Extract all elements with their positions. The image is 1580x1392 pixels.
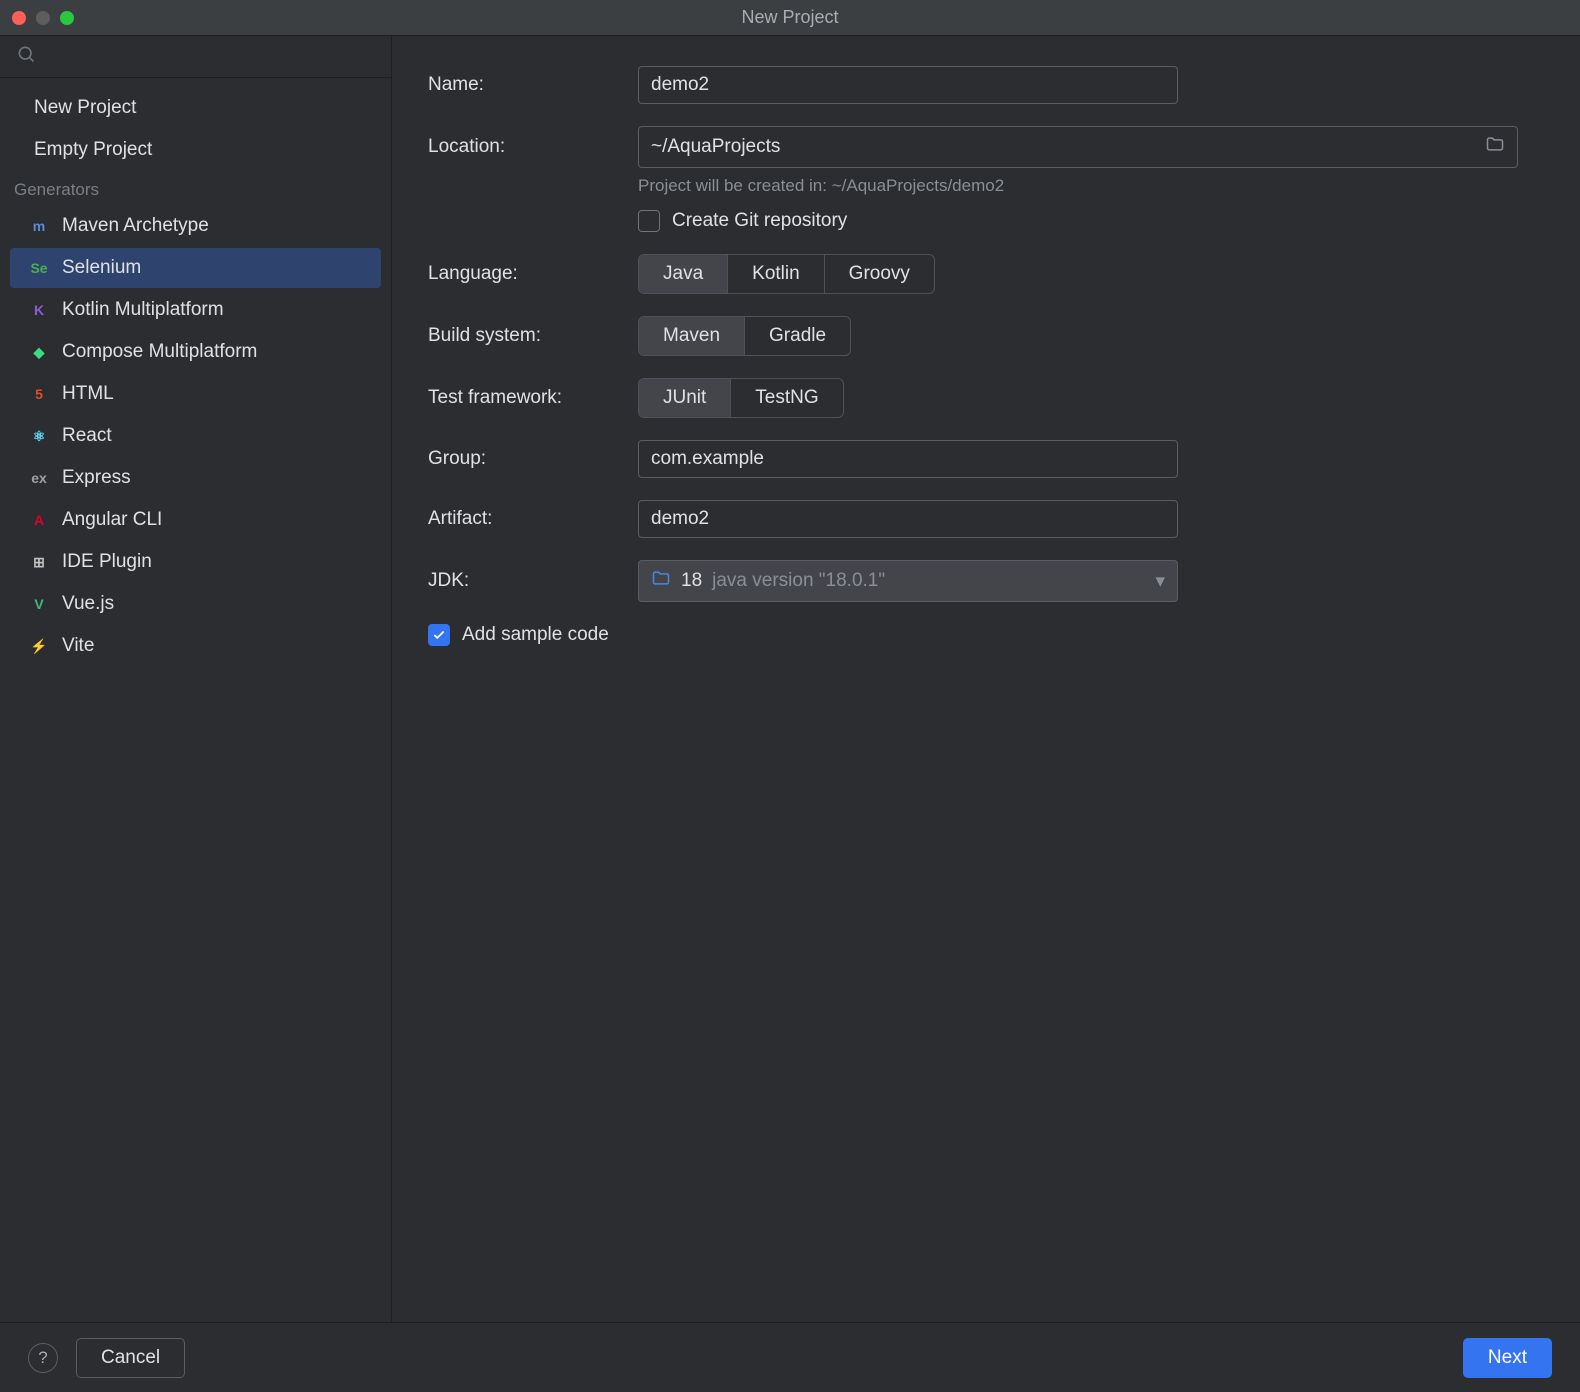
sidebar-generator-label: Express xyxy=(62,467,131,489)
sidebar-item-label: Empty Project xyxy=(34,139,152,161)
maximize-window-button[interactable] xyxy=(60,11,74,25)
git-checkbox[interactable] xyxy=(638,210,660,232)
sidebar-generator-label: IDE Plugin xyxy=(62,551,152,573)
artifact-field[interactable] xyxy=(638,500,1178,538)
express-icon: ex xyxy=(28,467,50,489)
kotlin-icon: K xyxy=(28,299,50,321)
close-window-button[interactable] xyxy=(12,11,26,25)
name-field[interactable] xyxy=(638,66,1178,104)
compose-icon: ◆ xyxy=(28,341,50,363)
project-type-list: New Project Empty Project Generators m Ma… xyxy=(0,78,391,676)
ide-plugin-icon: ⊞ xyxy=(28,551,50,573)
build-system-label: Build system: xyxy=(428,325,638,347)
sidebar-generator-label: Selenium xyxy=(62,257,141,279)
vite-icon: ⚡ xyxy=(28,635,50,657)
test-framework-option-junit[interactable]: JUnit xyxy=(639,379,731,417)
html-icon: 5 xyxy=(28,383,50,405)
main-form: Name: Location: ~/AquaProjects Project w… xyxy=(392,36,1580,1322)
location-field[interactable]: ~/AquaProjects xyxy=(638,126,1518,168)
cancel-button[interactable]: Cancel xyxy=(76,1338,185,1378)
test-framework-option-testng[interactable]: TestNG xyxy=(731,379,842,417)
location-hint: Project will be created in: ~/AquaProjec… xyxy=(638,176,1544,196)
jdk-value: 18 xyxy=(681,570,702,592)
window-title: New Project xyxy=(0,7,1580,28)
language-option-kotlin[interactable]: Kotlin xyxy=(728,255,825,293)
jdk-folder-icon xyxy=(651,568,671,594)
sidebar-generator-ide-plugin[interactable]: ⊞ IDE Plugin xyxy=(10,542,381,582)
search-row xyxy=(0,36,391,78)
help-button[interactable]: ? xyxy=(28,1343,58,1373)
language-segment-group: JavaKotlinGroovy xyxy=(638,254,935,294)
minimize-window-button[interactable] xyxy=(36,11,50,25)
sidebar-generator-label: Maven Archetype xyxy=(62,215,209,237)
sidebar-generator-label: Kotlin Multiplatform xyxy=(62,299,224,321)
build-system-segment-group: MavenGradle xyxy=(638,316,851,356)
sidebar-generator-react[interactable]: ⚛ React xyxy=(10,416,381,456)
selenium-icon: Se xyxy=(28,257,50,279)
git-checkbox-label: Create Git repository xyxy=(672,210,847,232)
sidebar-generator-vue-js[interactable]: V Vue.js xyxy=(10,584,381,624)
sidebar-generator-label: HTML xyxy=(62,383,114,405)
sidebar-generator-angular-cli[interactable]: A Angular CLI xyxy=(10,500,381,540)
test-framework-segment-group: JUnitTestNG xyxy=(638,378,844,418)
angular-icon: A xyxy=(28,509,50,531)
artifact-label: Artifact: xyxy=(428,508,638,530)
chevron-down-icon: ▾ xyxy=(1155,570,1165,593)
sidebar-item-label: New Project xyxy=(34,97,136,119)
sidebar: New Project Empty Project Generators m Ma… xyxy=(0,36,392,1322)
vue-icon: V xyxy=(28,593,50,615)
react-icon: ⚛ xyxy=(28,425,50,447)
sidebar-generator-compose-multiplatform[interactable]: ◆ Compose Multiplatform xyxy=(10,332,381,372)
jdk-version-text: java version "18.0.1" xyxy=(712,570,885,592)
sidebar-generator-label: Vue.js xyxy=(62,593,114,615)
search-icon[interactable] xyxy=(16,49,36,68)
next-button[interactable]: Next xyxy=(1463,1338,1552,1378)
group-field[interactable] xyxy=(638,440,1178,478)
name-label: Name: xyxy=(428,74,638,96)
footer: ? Cancel Next xyxy=(0,1322,1580,1392)
language-label: Language: xyxy=(428,263,638,285)
sidebar-generator-label: React xyxy=(62,425,112,447)
sidebar-generator-html[interactable]: 5 HTML xyxy=(10,374,381,414)
sidebar-generator-label: Angular CLI xyxy=(62,509,162,531)
group-label: Group: xyxy=(428,448,638,470)
maven-icon: m xyxy=(28,215,50,237)
titlebar: New Project xyxy=(0,0,1580,36)
jdk-dropdown[interactable]: 18 java version "18.0.1" ▾ xyxy=(638,560,1178,602)
sidebar-item-empty-project[interactable]: Empty Project xyxy=(10,130,381,170)
sample-code-checkbox-label: Add sample code xyxy=(462,624,609,646)
sidebar-generator-express[interactable]: ex Express xyxy=(10,458,381,498)
folder-browse-icon[interactable] xyxy=(1485,134,1505,160)
build-system-option-maven[interactable]: Maven xyxy=(639,317,745,355)
location-label: Location: xyxy=(428,136,638,158)
language-option-java[interactable]: Java xyxy=(639,255,728,293)
jdk-label: JDK: xyxy=(428,570,638,592)
generators-section-label: Generators xyxy=(0,172,391,204)
sample-code-checkbox[interactable] xyxy=(428,624,450,646)
sidebar-generator-selenium[interactable]: Se Selenium xyxy=(10,248,381,288)
language-option-groovy[interactable]: Groovy xyxy=(825,255,934,293)
sidebar-generator-vite[interactable]: ⚡ Vite xyxy=(10,626,381,666)
sidebar-generator-maven-archetype[interactable]: m Maven Archetype xyxy=(10,206,381,246)
build-system-option-gradle[interactable]: Gradle xyxy=(745,317,850,355)
sidebar-generator-kotlin-multiplatform[interactable]: K Kotlin Multiplatform xyxy=(10,290,381,330)
sidebar-generator-label: Vite xyxy=(62,635,94,657)
sidebar-item-new-project[interactable]: New Project xyxy=(10,88,381,128)
test-framework-label: Test framework: xyxy=(428,387,638,409)
sidebar-generator-label: Compose Multiplatform xyxy=(62,341,257,363)
